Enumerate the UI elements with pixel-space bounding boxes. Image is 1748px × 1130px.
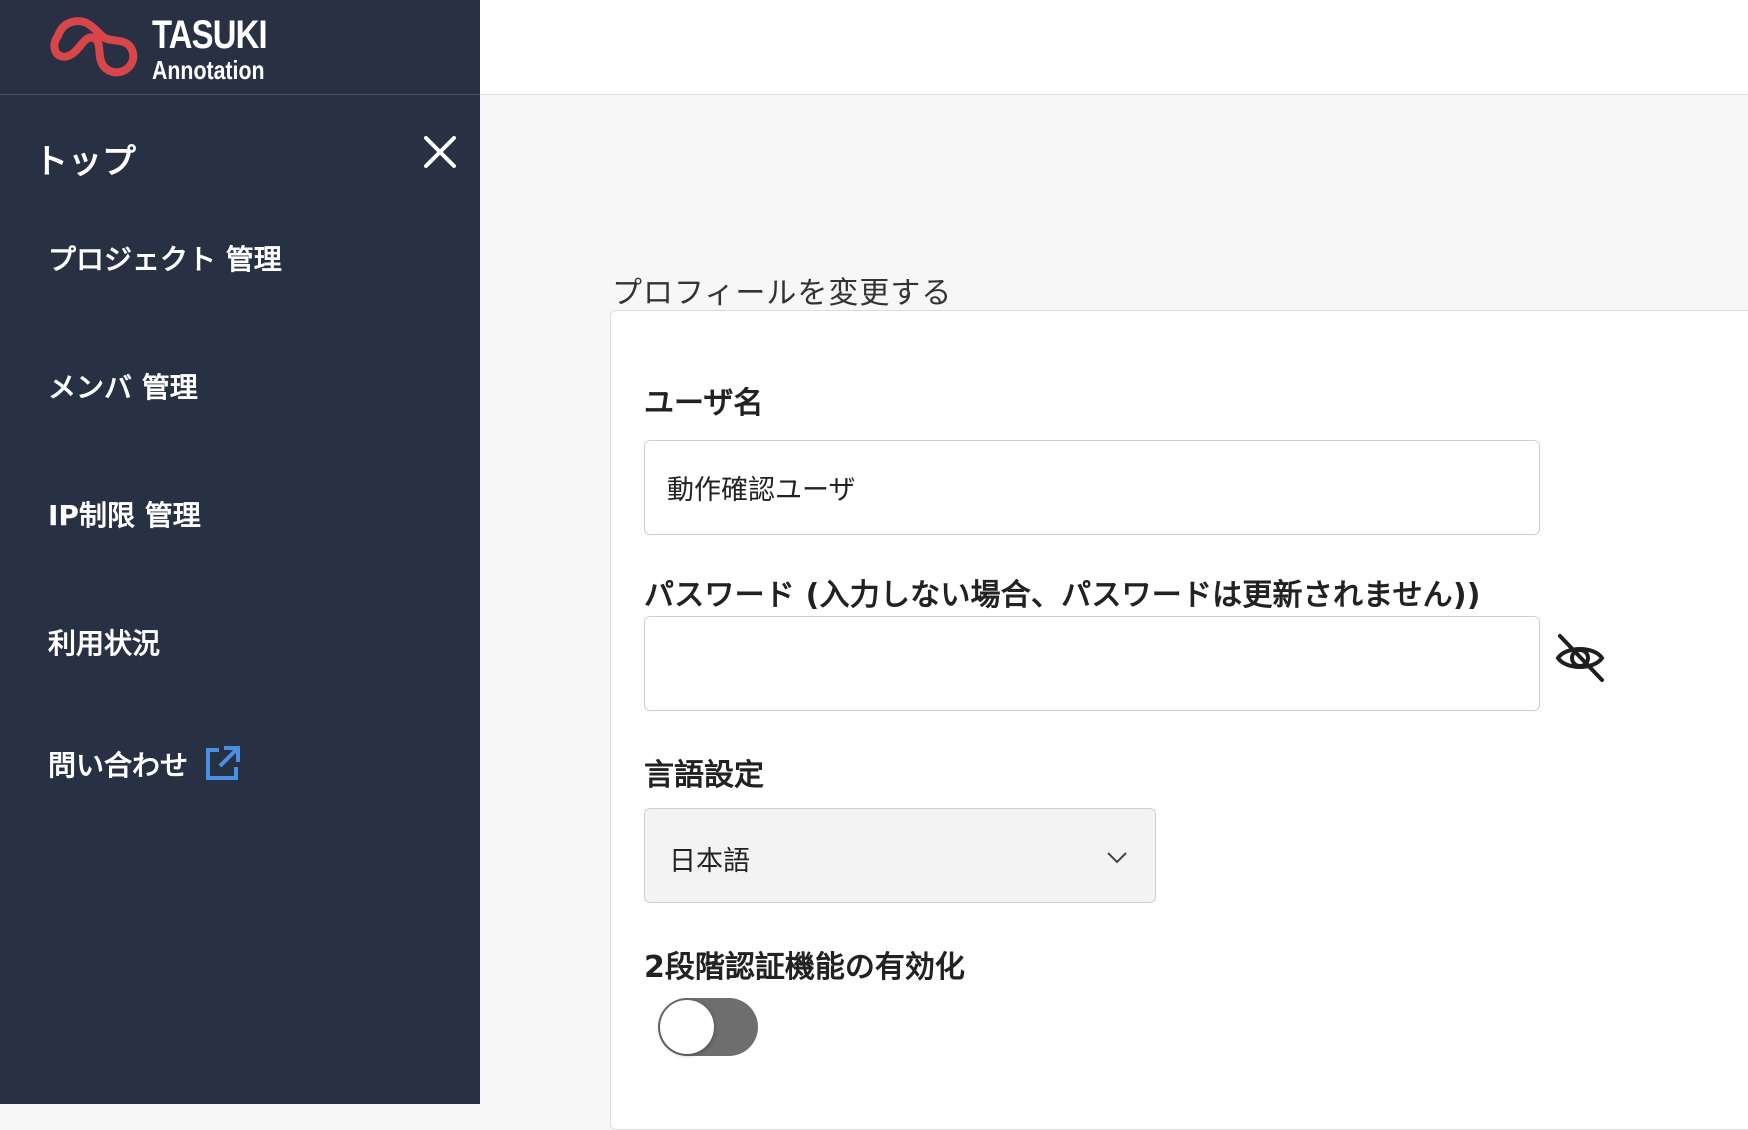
section-title: プロフィールを変更する: [612, 276, 953, 311]
logo-subtitle: Annotation: [152, 55, 265, 85]
password-label: パスワード (入力しない場合、パスワードは更新されません)): [644, 578, 1481, 613]
language-select[interactable]: 日本語: [644, 808, 1156, 903]
sidebar-item-project-management[interactable]: プロジェクト 管理: [48, 238, 282, 278]
sidebar-top-row: トップ: [0, 96, 480, 211]
password-input[interactable]: [644, 616, 1540, 711]
sidebar-item-label: プロジェクト 管理: [48, 243, 282, 276]
sidebar-item-ip-restriction[interactable]: IP制限 管理: [48, 494, 201, 534]
external-link-icon: [206, 746, 241, 780]
eye-slash-icon[interactable]: [1554, 632, 1606, 684]
two-factor-label: 2段階認証機能の有効化: [644, 950, 965, 985]
language-selected-value: 日本語: [669, 846, 750, 877]
username-input[interactable]: [644, 440, 1540, 535]
sidebar-item-usage[interactable]: 利用状況: [48, 622, 160, 662]
sidebar-item-label: 利用状況: [48, 627, 161, 660]
sidebar-item-label: メンバ 管理: [48, 371, 198, 404]
sidebar-item-label: IP制限 管理: [48, 499, 201, 532]
logo-title: TASUKI: [152, 13, 268, 57]
sidebar-header: TASUKI Annotation: [0, 0, 480, 95]
language-label: 言語設定: [644, 758, 764, 793]
toggle-knob: [660, 1000, 714, 1054]
sidebar-item-label: 問い合わせ: [48, 749, 189, 782]
close-sidebar-icon[interactable]: [420, 132, 460, 172]
profile-card: [610, 310, 1748, 1130]
tasuki-logo-icon: [50, 17, 138, 77]
logo[interactable]: TASUKI Annotation: [46, 14, 292, 84]
chevron-down-icon: [1107, 852, 1127, 864]
sidebar: TASUKI Annotation トップ プロジェクト 管理 メンバ 管理 I…: [0, 0, 480, 1104]
sidebar-item-contact[interactable]: 問い合わせ: [48, 744, 242, 784]
sidebar-top-link[interactable]: トップ: [34, 134, 136, 183]
top-bar: [480, 0, 1748, 95]
sidebar-item-member-management[interactable]: メンバ 管理: [48, 366, 198, 406]
username-label: ユーザ名: [644, 386, 764, 421]
two-factor-toggle[interactable]: [658, 998, 758, 1056]
